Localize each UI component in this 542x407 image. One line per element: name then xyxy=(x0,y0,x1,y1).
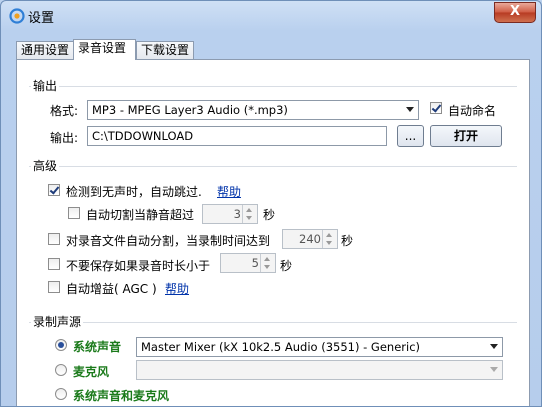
tab-download[interactable]: 下载设置 xyxy=(136,41,194,59)
auto-name-checkbox[interactable] xyxy=(430,102,442,114)
silence-help-link[interactable]: 帮助 xyxy=(217,183,241,200)
microphone-device-select[interactable] xyxy=(136,360,503,380)
auto-cut-label: 自动切割当静音超过 xyxy=(86,208,195,222)
silence-skip-label: 检测到无声时，自动跳过. xyxy=(66,185,202,199)
min-length-stepper[interactable]: 5 xyxy=(220,253,276,273)
min-length-label: 不要保存如果录音时长小于 xyxy=(66,259,211,273)
chevron-down-icon xyxy=(490,344,498,349)
auto-split-value: 240 xyxy=(299,232,321,246)
system-device-value: Master Mixer (kX 10k2.5 Audio (3551) - G… xyxy=(141,340,420,354)
microphone-radio[interactable] xyxy=(55,364,67,376)
auto-cut-value: 3 xyxy=(233,207,241,221)
source-group-title: 录制声源 xyxy=(31,313,84,330)
spin-arrows-icon[interactable] xyxy=(322,230,337,248)
agc-label: 自动增益( AGC ) xyxy=(66,282,157,296)
format-select[interactable]: MP3 - MPEG Layer3 Audio (*.mp3) xyxy=(87,100,419,120)
advanced-group-title: 高级 xyxy=(31,157,60,174)
auto-split-unit: 秒 xyxy=(341,234,354,248)
output-group-title: 输出 xyxy=(31,77,60,94)
close-button[interactable]: X xyxy=(494,2,536,23)
auto-cut-unit: 秒 xyxy=(263,208,276,222)
spin-arrows-icon[interactable] xyxy=(260,254,275,272)
auto-name-label: 自动命名 xyxy=(448,104,497,118)
tab-general[interactable]: 通用设置 xyxy=(16,41,74,59)
auto-cut-checkbox[interactable] xyxy=(68,207,80,219)
system-sound-radio[interactable] xyxy=(55,339,67,351)
system-sound-label: 系统声音 xyxy=(73,340,122,354)
chevron-down-icon xyxy=(490,367,498,372)
system-and-mic-radio[interactable] xyxy=(55,388,67,400)
output-path-field[interactable]: C:\TDDOWNLOAD xyxy=(87,126,387,146)
agc-checkbox[interactable] xyxy=(48,281,60,293)
chevron-down-icon xyxy=(406,107,414,112)
min-length-checkbox[interactable] xyxy=(48,258,60,270)
title-bar: 设置 X xyxy=(1,1,541,31)
format-label: 格式: xyxy=(50,104,79,118)
auto-split-label: 对录音文件自动分割，当录制时间达到 xyxy=(66,234,271,248)
open-button[interactable]: 打开 xyxy=(430,125,502,147)
min-length-value: 5 xyxy=(251,256,259,270)
browse-button[interactable]: ... xyxy=(397,125,424,147)
recording-settings-panel: 输出 格式: MP3 - MPEG Layer3 Audio (*.mp3) 自… xyxy=(16,59,530,406)
format-select-value: MP3 - MPEG Layer3 Audio (*.mp3) xyxy=(92,103,288,117)
app-icon xyxy=(9,8,25,24)
system-and-mic-label: 系统声音和麦克风 xyxy=(73,389,170,403)
tab-recording[interactable]: 录音设置 xyxy=(73,39,136,60)
auto-split-stepper[interactable]: 240 xyxy=(282,229,338,249)
auto-cut-stepper[interactable]: 3 xyxy=(202,204,258,224)
min-length-unit: 秒 xyxy=(280,259,293,273)
microphone-label: 麦克风 xyxy=(73,365,110,379)
window-title: 设置 xyxy=(28,11,55,26)
auto-split-checkbox[interactable] xyxy=(48,233,60,245)
output-label: 输出: xyxy=(50,131,79,145)
agc-help-link[interactable]: 帮助 xyxy=(165,280,189,297)
settings-window: 设置 X 通用设置 录音设置 下载设置 输出 格式: MP3 - MPEG La… xyxy=(0,0,542,407)
silence-skip-checkbox[interactable] xyxy=(48,184,60,196)
spin-arrows-icon[interactable] xyxy=(242,205,257,223)
system-device-select[interactable]: Master Mixer (kX 10k2.5 Audio (3551) - G… xyxy=(136,337,503,357)
